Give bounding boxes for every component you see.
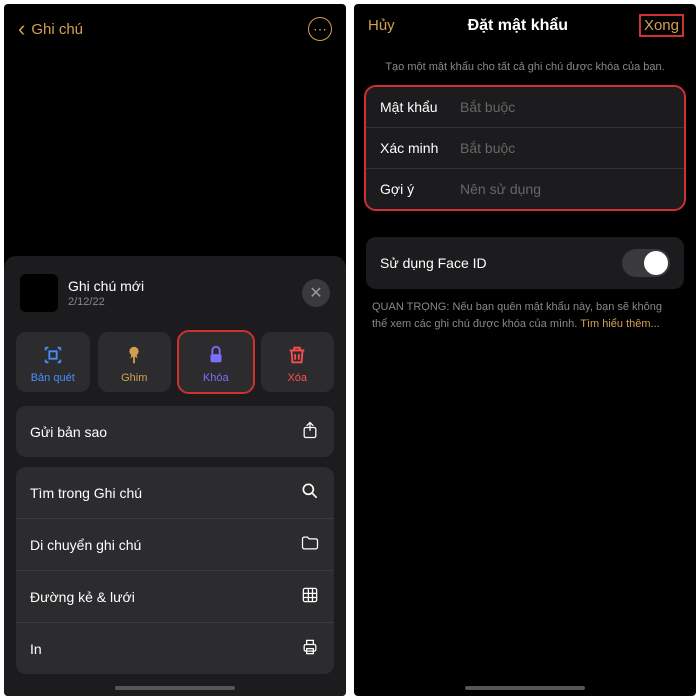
send-copy-label: Gửi bản sao	[30, 424, 107, 440]
search-icon	[300, 481, 320, 504]
faceid-label: Sử dụng Face ID	[380, 255, 487, 271]
set-password-screen: Hủy Đặt mật khẩu Xong Tạo một mật khẩu c…	[354, 4, 696, 696]
header: ‹ Ghi chú ⋯	[4, 4, 346, 54]
password-row[interactable]: Mật khẩu Bắt buộc	[366, 87, 684, 128]
subtitle: Tạo một mật khẩu cho tất cả ghi chú được…	[354, 47, 696, 87]
print-item[interactable]: In	[16, 623, 334, 674]
menu-group-1: Gửi bản sao	[16, 406, 334, 457]
note-title: Ghi chú mới	[68, 278, 302, 294]
home-indicator[interactable]	[115, 686, 235, 690]
share-icon	[300, 420, 320, 443]
hint-input[interactable]: Nên sử dụng	[460, 181, 541, 197]
find-label: Tìm trong Ghi chú	[30, 485, 142, 501]
lines-label: Đường kẻ & lưới	[30, 589, 135, 605]
scan-button[interactable]: Bản quét	[16, 332, 90, 392]
page-title: Đặt mật khẩu	[395, 17, 641, 35]
move-label: Di chuyển ghi chú	[30, 537, 141, 553]
trash-icon	[286, 344, 308, 366]
lock-button[interactable]: Khóa	[179, 332, 253, 392]
hint-row[interactable]: Gợi ý Nên sử dụng	[366, 169, 684, 209]
hint-label: Gợi ý	[380, 181, 460, 197]
lock-icon	[205, 344, 227, 366]
learn-more-link[interactable]: Tìm hiểu thêm...	[580, 318, 659, 330]
print-icon	[300, 637, 320, 660]
note-thumbnail	[20, 274, 58, 312]
pin-label: Ghim	[121, 372, 147, 384]
action-sheet: Ghi chú mới 2/12/22 ✕ Bản quét Ghim Khóa…	[4, 256, 346, 696]
lock-label: Khóa	[203, 372, 229, 384]
delete-label: Xóa	[287, 372, 307, 384]
move-item[interactable]: Di chuyển ghi chú	[16, 519, 334, 571]
quick-actions: Bản quét Ghim Khóa Xóa	[16, 332, 334, 392]
verify-input[interactable]: Bắt buộc	[460, 140, 515, 156]
lines-item[interactable]: Đường kẻ & lưới	[16, 571, 334, 623]
grid-icon	[300, 585, 320, 608]
back-chevron-icon[interactable]: ‹	[18, 16, 25, 42]
print-label: In	[30, 641, 42, 657]
notes-share-sheet-screen: ‹ Ghi chú ⋯ Ghi chú mới 2/12/22 ✕ Bản qu…	[4, 4, 346, 696]
verify-row[interactable]: Xác minh Bắt buộc	[366, 128, 684, 169]
pin-icon	[123, 344, 145, 366]
send-copy-item[interactable]: Gửi bản sao	[16, 406, 334, 457]
home-indicator[interactable]	[465, 686, 585, 690]
folder-icon	[300, 533, 320, 556]
faceid-row: Sử dụng Face ID	[366, 237, 684, 289]
more-icon[interactable]: ⋯	[308, 17, 332, 41]
toggle-knob	[644, 251, 668, 275]
password-form: Mật khẩu Bắt buộc Xác minh Bắt buộc Gợi …	[366, 87, 684, 209]
find-item[interactable]: Tìm trong Ghi chú	[16, 467, 334, 519]
menu-group-2: Tìm trong Ghi chú Di chuyển ghi chú Đườn…	[16, 467, 334, 674]
password-label: Mật khẩu	[380, 99, 460, 115]
pin-button[interactable]: Ghim	[98, 332, 172, 392]
cancel-button[interactable]: Hủy	[368, 17, 395, 34]
faceid-toggle[interactable]	[622, 249, 670, 277]
note-header: Ghi chú mới 2/12/22 ✕	[16, 268, 334, 326]
done-button[interactable]: Xong	[641, 16, 682, 35]
warning-text: QUAN TRỌNG: Nếu bạn quên mật khẩu này, b…	[354, 289, 696, 342]
scan-label: Bản quét	[31, 372, 75, 384]
scan-icon	[42, 344, 64, 366]
delete-button[interactable]: Xóa	[261, 332, 335, 392]
verify-label: Xác minh	[380, 140, 460, 156]
header: Hủy Đặt mật khẩu Xong	[354, 4, 696, 47]
password-input[interactable]: Bắt buộc	[460, 99, 515, 115]
back-label[interactable]: Ghi chú	[31, 21, 308, 38]
note-date: 2/12/22	[68, 296, 302, 308]
close-button[interactable]: ✕	[302, 279, 330, 307]
